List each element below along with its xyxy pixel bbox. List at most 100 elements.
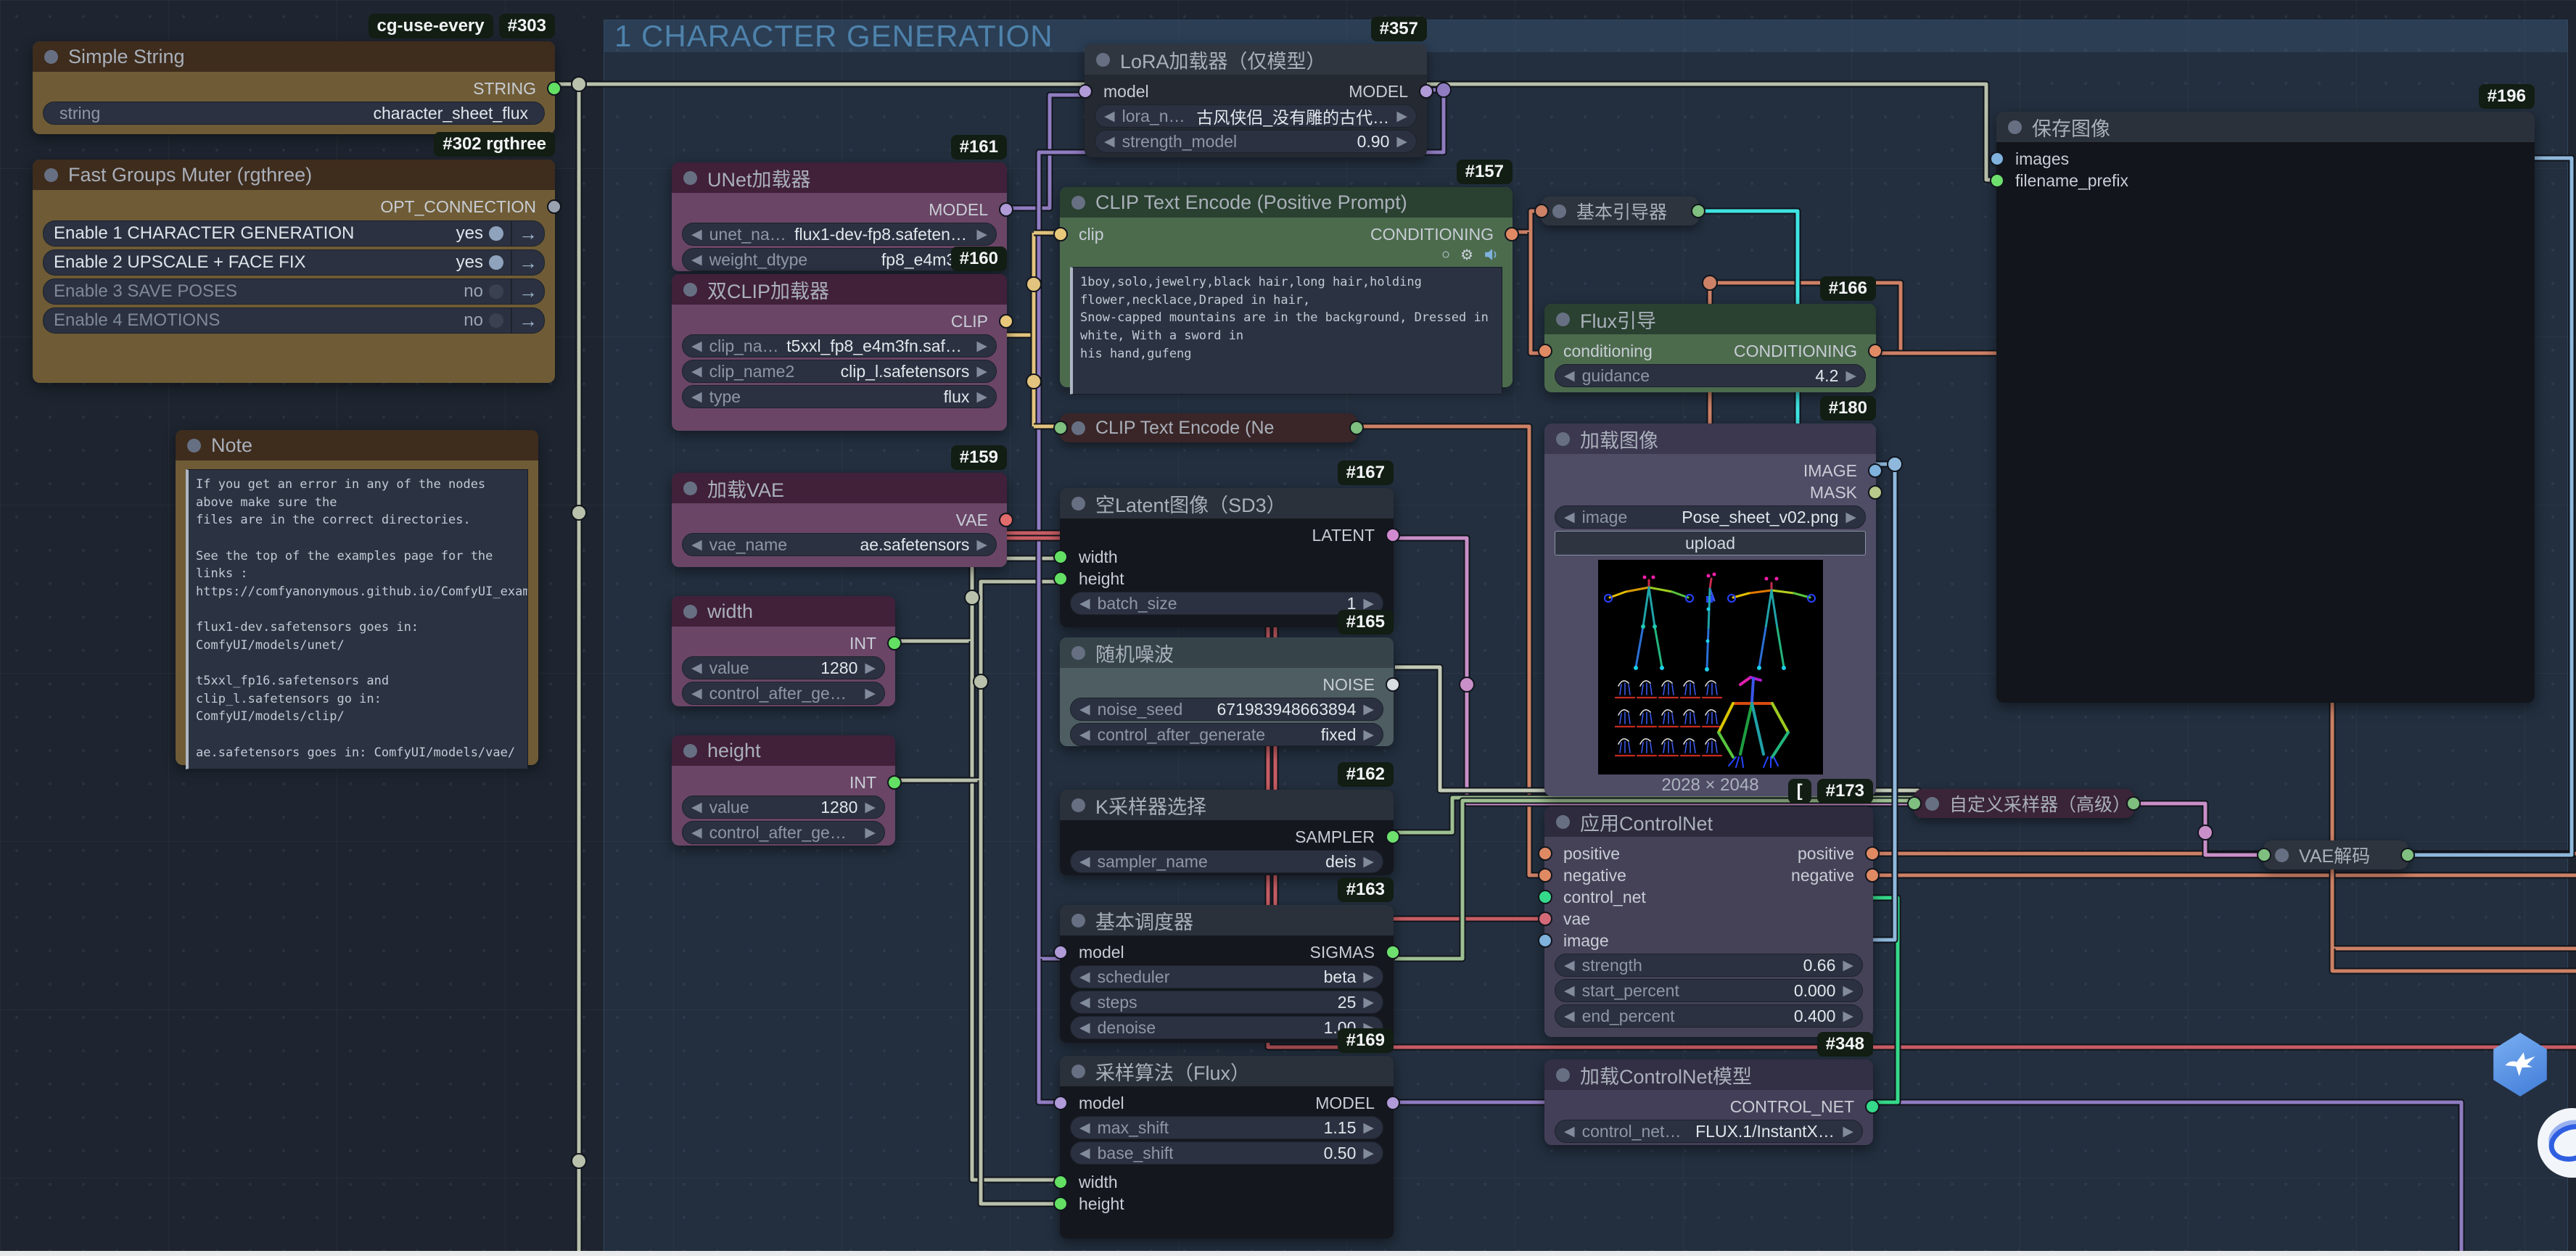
input-socket[interactable] [1990, 152, 2004, 166]
input-socket[interactable] [1053, 1175, 1068, 1189]
input-socket[interactable] [1538, 890, 1552, 904]
input-socket[interactable] [1538, 846, 1552, 861]
widget-steps[interactable]: ◀steps25▶ [1070, 991, 1383, 1014]
decrement-arrow-icon[interactable]: ◀ [1564, 1008, 1575, 1025]
output-socket[interactable] [1386, 830, 1400, 844]
jump-arrow-icon[interactable]: → [512, 223, 544, 245]
increment-arrow-icon[interactable]: ▶ [1845, 368, 1856, 384]
input-socket[interactable] [1053, 571, 1068, 586]
collapse-dot-icon[interactable] [1071, 497, 1085, 511]
increment-arrow-icon[interactable]: ▶ [1363, 727, 1374, 743]
increment-arrow-icon[interactable]: ▶ [865, 685, 876, 702]
output-socket[interactable] [1865, 1099, 1880, 1114]
decrement-arrow-icon[interactable]: ◀ [1564, 957, 1575, 974]
collapse-dot-icon[interactable] [1556, 815, 1570, 829]
node-basic-guider[interactable]: 基本引导器 [1541, 197, 1699, 226]
collapse-dot-icon[interactable] [1071, 421, 1085, 435]
collapse-dot-icon[interactable] [44, 168, 58, 182]
node-title-bar[interactable]: 应用ControlNet [1544, 806, 1873, 837]
output-socket[interactable] [1868, 344, 1882, 358]
reroute-dot[interactable] [1436, 83, 1451, 97]
output-socket[interactable] [2400, 848, 2415, 862]
reroute-dot[interactable] [1703, 276, 1717, 290]
node-apply-controlnet[interactable]: 应用ControlNetpositivepositivenegativenega… [1544, 806, 1873, 1037]
group-toggle-enable-1-character-generation[interactable]: Enable 1 CHARACTER GENERATION yes → [43, 220, 545, 247]
output-socket[interactable] [1868, 485, 1882, 500]
widget-type[interactable]: ◀typeflux▶ [682, 385, 997, 408]
decrement-arrow-icon[interactable]: ◀ [691, 338, 702, 355]
jump-arrow-icon[interactable]: → [512, 310, 544, 332]
increment-arrow-icon[interactable]: ▶ [865, 660, 876, 677]
output-socket[interactable] [999, 202, 1013, 217]
increment-arrow-icon[interactable]: ▶ [1845, 509, 1856, 526]
jump-arrow-icon[interactable]: → [512, 281, 544, 303]
node-dual-clip-loader[interactable]: 双CLIP加载器CLIP◀clip_name1t5xxl_fp8_e4m3fn.… [672, 274, 1007, 431]
collapse-dot-icon[interactable] [2008, 120, 2022, 134]
node-fast-groups-muter[interactable]: Fast Groups Muter (rgthree)OPT_CONNECTIO… [33, 160, 555, 383]
decrement-arrow-icon[interactable]: ◀ [691, 685, 702, 702]
widget-denoise[interactable]: ◀denoise1.00▶ [1070, 1016, 1383, 1039]
input-socket[interactable] [2257, 848, 2271, 862]
widget-control_after_generate.[interactable]: ◀control_after_generate.▶ [682, 821, 885, 844]
widget-scheduler[interactable]: ◀schedulerbeta▶ [1070, 965, 1383, 988]
text-widget[interactable]: 1boy,solo,jewelry,black hair,long hair,h… [1070, 267, 1502, 394]
output-socket[interactable] [1691, 204, 1705, 218]
widget-sampler_name[interactable]: ◀sampler_namedeis▶ [1070, 850, 1383, 873]
node-load-vae[interactable]: 加载VAEVAE◀vae_nameae.safetensors▶ [672, 473, 1007, 567]
decrement-arrow-icon[interactable]: ◀ [1079, 994, 1090, 1011]
collapse-dot-icon[interactable] [683, 482, 697, 495]
toggle-knob[interactable] [489, 313, 503, 328]
output-socket[interactable] [1386, 1096, 1400, 1110]
collapse-dot-icon[interactable] [2275, 848, 2289, 862]
collapse-dot-icon[interactable] [1071, 914, 1085, 927]
output-socket[interactable] [1865, 868, 1880, 883]
node-title-bar[interactable]: 基本调度器 [1060, 905, 1394, 935]
decrement-arrow-icon[interactable]: ◀ [1104, 108, 1115, 125]
output-socket[interactable] [887, 636, 902, 650]
decrement-arrow-icon[interactable]: ◀ [1079, 969, 1090, 986]
increment-arrow-icon[interactable]: ▶ [976, 363, 987, 380]
decrement-arrow-icon[interactable]: ◀ [1564, 983, 1575, 999]
node-clip-text-encode-positive[interactable]: CLIP Text Encode (Positive Prompt)clipCO… [1060, 187, 1513, 387]
input-socket[interactable] [1907, 796, 1922, 811]
widget-start_percent[interactable]: ◀start_percent0.000▶ [1555, 979, 1863, 1002]
widget-control_after_generate[interactable]: ◀control_after_generatefixed▶ [1070, 723, 1383, 746]
collapse-dot-icon[interactable] [683, 605, 697, 619]
node-simple-string[interactable]: Simple StringSTRINGstringcharacter_sheet… [33, 41, 555, 134]
increment-arrow-icon[interactable]: ▶ [1363, 969, 1374, 986]
input-socket[interactable] [1538, 868, 1552, 883]
node-title-bar[interactable]: CLIP Text Encode (Positive Prompt) [1060, 187, 1513, 218]
node-basic-scheduler[interactable]: 基本调度器modelSIGMAS◀schedulerbeta▶◀steps25▶… [1060, 905, 1394, 1043]
decrement-arrow-icon[interactable]: ◀ [1564, 368, 1575, 384]
input-socket[interactable] [1053, 1197, 1068, 1211]
node-height[interactable]: heightINT◀value1280▶◀control_after_gener… [672, 735, 895, 846]
node-width[interactable]: widthINT◀value1280▶◀control_after_genera… [672, 596, 895, 706]
reroute-dot[interactable] [1888, 457, 1902, 471]
node-title-bar[interactable]: Simple String [33, 41, 555, 72]
decrement-arrow-icon[interactable]: ◀ [691, 537, 702, 553]
increment-arrow-icon[interactable]: ▶ [1363, 701, 1374, 718]
reroute-dot[interactable] [572, 505, 586, 520]
widget-end_percent[interactable]: ◀end_percent0.400▶ [1555, 1004, 1863, 1028]
input-socket[interactable] [1538, 933, 1552, 948]
node-title-bar[interactable]: 加载ControlNet模型 [1544, 1059, 1873, 1090]
node-title-bar[interactable]: 随机噪波 [1060, 637, 1394, 668]
output-socket[interactable] [1349, 421, 1364, 435]
node-title-bar[interactable]: LoRA加载器（仅模型） [1085, 44, 1427, 75]
node-title-bar[interactable]: Flux引导 [1544, 304, 1876, 334]
node-random-noise[interactable]: 随机噪波NOISE◀noise_seed671983948663894▶◀con… [1060, 637, 1394, 746]
collapse-dot-icon[interactable] [1071, 1065, 1085, 1078]
output-socket[interactable] [547, 199, 561, 214]
output-socket[interactable] [1386, 528, 1400, 542]
toggle-knob[interactable] [489, 284, 503, 299]
decrement-arrow-icon[interactable]: ◀ [1079, 1020, 1090, 1036]
reroute-dot[interactable] [965, 590, 979, 605]
collapse-dot-icon[interactable] [1556, 432, 1570, 446]
widget-lora_name[interactable]: ◀lora_name古风侠侣_没有雕的古代情侣…▶ [1095, 104, 1417, 128]
widget-vae_name[interactable]: ◀vae_nameae.safetensors▶ [682, 533, 997, 556]
toggle-knob[interactable] [489, 226, 503, 241]
node-title-bar[interactable]: K采样器选择 [1060, 790, 1394, 820]
collapse-dot-icon[interactable] [187, 439, 201, 453]
node-lora-loader-model-only[interactable]: LoRA加载器（仅模型）modelMODEL◀lora_name古风侠侣_没有雕… [1085, 44, 1427, 157]
increment-arrow-icon[interactable]: ▶ [1363, 1120, 1374, 1136]
